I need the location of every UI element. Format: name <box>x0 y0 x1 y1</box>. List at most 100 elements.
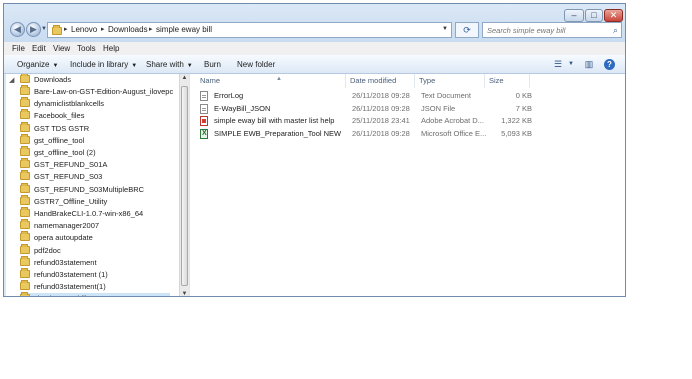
tree-item-folder[interactable]: gst_offline_tool (2) <box>20 146 96 159</box>
file-size: 5,093 KB <box>501 128 532 138</box>
folder-icon <box>52 25 62 35</box>
navigation-scrollbar[interactable]: ▲ ▼ <box>179 74 189 296</box>
pdf-file-icon <box>200 116 208 126</box>
tree-item-downloads[interactable]: ◢ Downloads <box>6 74 71 86</box>
tree-item-label: simple eway bill <box>34 294 87 296</box>
include-in-library-button[interactable]: Include in library ▼ <box>70 60 137 69</box>
tree-item-label: GST TDS GSTR <box>34 123 90 133</box>
organize-label: Organize <box>17 60 50 69</box>
breadcrumb-simple-eway-bill[interactable]: simple eway bill <box>156 25 212 34</box>
column-header-date[interactable]: Date modified <box>346 74 415 88</box>
chevron-down-icon: ▼ <box>131 63 138 69</box>
column-header-size[interactable]: Size <box>485 74 530 88</box>
tree-item-folder[interactable]: Facebook_files <box>20 109 84 122</box>
folder-icon <box>20 85 30 95</box>
file-row[interactable]: ErrorLog 26/11/2018 09:28 Text Document 0 K… <box>190 90 625 102</box>
tree-item-label: GST_REFUND_S01A <box>34 160 108 170</box>
tree-item-folder[interactable]: gst_offline_tool <box>20 133 85 147</box>
search-box[interactable]: ⌕ <box>482 22 622 38</box>
sort-ascending-icon: ▲ <box>276 76 282 82</box>
breadcrumb-downloads[interactable]: Downloads <box>108 25 148 34</box>
share-with-label: Share with <box>146 60 184 69</box>
tree-item-label: gst_offline_tool <box>34 135 85 145</box>
tree-item-folder[interactable]: pdf2doc <box>20 243 61 257</box>
view-dropdown-icon[interactable]: ▼ <box>564 58 578 70</box>
menu-edit[interactable]: Edit <box>32 44 46 53</box>
excel-file-icon <box>200 128 208 140</box>
folder-icon <box>20 74 30 83</box>
title-bar: ◀ ▶ ▼ – □ ✕ ▸ Lenovo ▸ Downloads ▸ simpl… <box>4 4 625 42</box>
breadcrumb-lenovo[interactable]: Lenovo <box>71 25 97 34</box>
tree-item-folder[interactable]: opera autoupdate <box>20 231 93 244</box>
expanded-arrow-icon[interactable]: ◢ <box>9 75 14 87</box>
folder-icon <box>20 109 30 120</box>
tree-item-folder[interactable]: GST TDS GSTR <box>20 121 90 135</box>
search-input[interactable] <box>487 24 602 36</box>
tree-item-folder[interactable]: refund03statement(1) <box>20 280 106 293</box>
tree-item-folder[interactable]: GSTR7_Offline_Utility <box>20 194 107 208</box>
file-row[interactable]: SIMPLE EWB_Preparation_Tool NEW VER... 26… <box>190 128 625 140</box>
tree-item-folder[interactable]: dynamiclistblankcells <box>20 97 104 110</box>
tree-item-folder[interactable]: Bare-Law-on-GST-Edition-August_ilovepc <box>20 85 173 98</box>
folder-icon <box>20 243 30 254</box>
file-size: 1,322 KB <box>501 116 532 125</box>
navigation-pane: ◢ Downloads Bare-Law-on-GST-Edition-Augu… <box>6 74 180 296</box>
folder-icon <box>20 146 30 156</box>
close-button[interactable]: ✕ <box>604 9 623 22</box>
tree-item-folder[interactable]: refund03statement (1) <box>20 268 108 281</box>
help-icon[interactable]: ? <box>604 59 615 70</box>
column-name-label: Name <box>200 76 221 85</box>
menu-bar: File Edit View Tools Help <box>4 42 625 55</box>
maximize-button[interactable]: □ <box>585 9 603 22</box>
tree-item-label: refund03statement(1) <box>34 282 106 292</box>
scroll-down-icon[interactable]: ▼ <box>180 291 189 296</box>
folder-icon <box>20 207 30 217</box>
tree-item-folder[interactable]: GST_REFUND_S01A <box>20 158 108 171</box>
minimize-button[interactable]: – <box>564 9 584 22</box>
breadcrumb-separator[interactable]: ▸ <box>64 25 68 33</box>
file-list-pane: Name ▲ Date modified Type Size ErrorLog 2… <box>190 74 625 296</box>
menu-view[interactable]: View <box>53 44 70 53</box>
scroll-up-icon[interactable]: ▲ <box>180 75 189 81</box>
tree-item-label: pdf2doc <box>34 245 61 255</box>
tree-item-folder[interactable]: GST_REFUND_S03 <box>20 170 102 183</box>
menu-tools[interactable]: Tools <box>77 44 96 53</box>
file-name: simple eway bill with master list help <box>214 116 335 125</box>
burn-button[interactable]: Burn <box>204 60 221 69</box>
tree-item-folder[interactable]: namemanager2007 <box>20 219 99 232</box>
forward-button[interactable]: ▶ <box>26 22 41 37</box>
organize-button[interactable]: Organize ▼ <box>17 60 58 69</box>
folder-icon <box>20 194 30 205</box>
preview-pane-icon[interactable]: ▥ <box>582 58 596 70</box>
file-row[interactable]: simple eway bill with master list help 25… <box>190 115 625 127</box>
share-with-button[interactable]: Share with ▼ <box>146 60 193 69</box>
folder-icon <box>20 255 30 266</box>
address-dropdown-icon[interactable]: ▼ <box>442 26 448 32</box>
tree-item-folder[interactable]: HandBrakeCLI-1.0.7-win-x86_64 <box>20 207 143 220</box>
search-icon[interactable]: ⌕ <box>613 25 618 36</box>
scrollbar-thumb[interactable] <box>181 86 188 286</box>
menu-file[interactable]: File <box>12 44 25 53</box>
breadcrumb-separator[interactable]: ▸ <box>101 25 105 33</box>
address-bar[interactable]: ▸ Lenovo ▸ Downloads ▸ simple eway bill … <box>47 22 452 38</box>
text-file-icon <box>200 91 208 101</box>
file-date-modified: 26/11/2018 09:28 <box>352 91 410 100</box>
file-size: 0 KB <box>515 91 532 100</box>
view-options-icon[interactable]: ☰ <box>551 58 565 70</box>
folder-icon <box>20 182 30 193</box>
new-folder-button[interactable]: New folder <box>237 60 275 69</box>
file-date-modified: 25/11/2018 23:41 <box>352 116 410 125</box>
back-button[interactable]: ◀ <box>10 22 25 37</box>
folder-icon <box>20 292 30 296</box>
tree-item-folder[interactable]: GST_REFUND_S03MultipleBRC <box>20 182 144 196</box>
folder-icon <box>20 170 30 181</box>
menu-help[interactable]: Help <box>103 44 119 53</box>
column-header-name[interactable]: Name ▲ <box>196 74 346 88</box>
breadcrumb-separator[interactable]: ▸ <box>149 25 153 33</box>
tree-item-folder[interactable]: refund03statement <box>20 255 97 269</box>
folder-icon <box>20 231 30 242</box>
refresh-button[interactable]: ⟳ <box>455 22 479 38</box>
file-row[interactable]: E-WayBill_JSON 26/11/2018 09:28 JSON File 7… <box>190 103 625 115</box>
tree-item-folder[interactable]: simple eway bill <box>20 292 170 296</box>
column-header-type[interactable]: Type <box>415 74 485 88</box>
